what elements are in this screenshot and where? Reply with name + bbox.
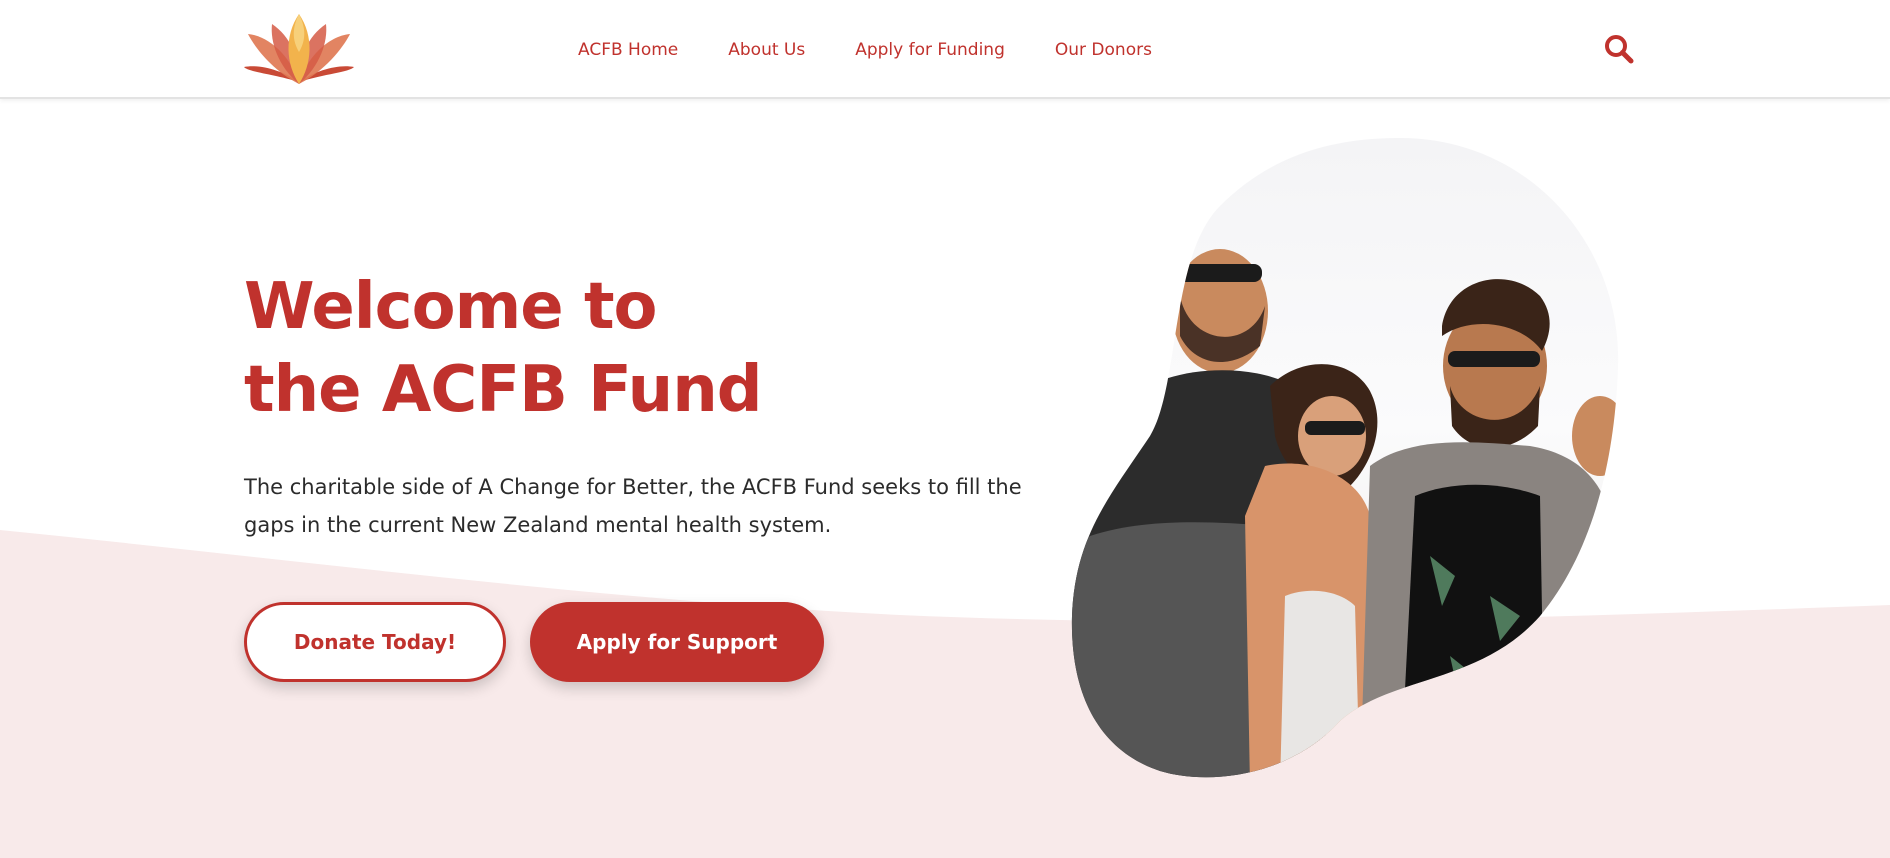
hero-title-line-2: the ACFB Fund [244,353,763,427]
site-header: ACFB Home About Us Apply for Funding Our… [0,0,1890,99]
hero-title-line-1: Welcome to [244,270,658,344]
donate-button[interactable]: Donate Today! [244,602,506,682]
hero-title: Welcome to the ACFB Fund [244,266,964,432]
nav-item-our-donors[interactable]: Our Donors [1055,40,1152,60]
nav-item-apply-for-funding[interactable]: Apply for Funding [855,40,1005,60]
lotus-logo-icon[interactable] [244,12,354,86]
nav-item-about-us[interactable]: About Us [728,40,805,60]
main-nav: ACFB Home About Us Apply for Funding Our… [578,0,1202,99]
search-icon[interactable] [1604,34,1634,64]
hero-photo [1071,138,1619,778]
hero-description: The charitable side of A Change for Bett… [244,475,1022,537]
nav-item-acfb-home[interactable]: ACFB Home [578,40,678,60]
apply-for-support-button[interactable]: Apply for Support [530,602,824,682]
